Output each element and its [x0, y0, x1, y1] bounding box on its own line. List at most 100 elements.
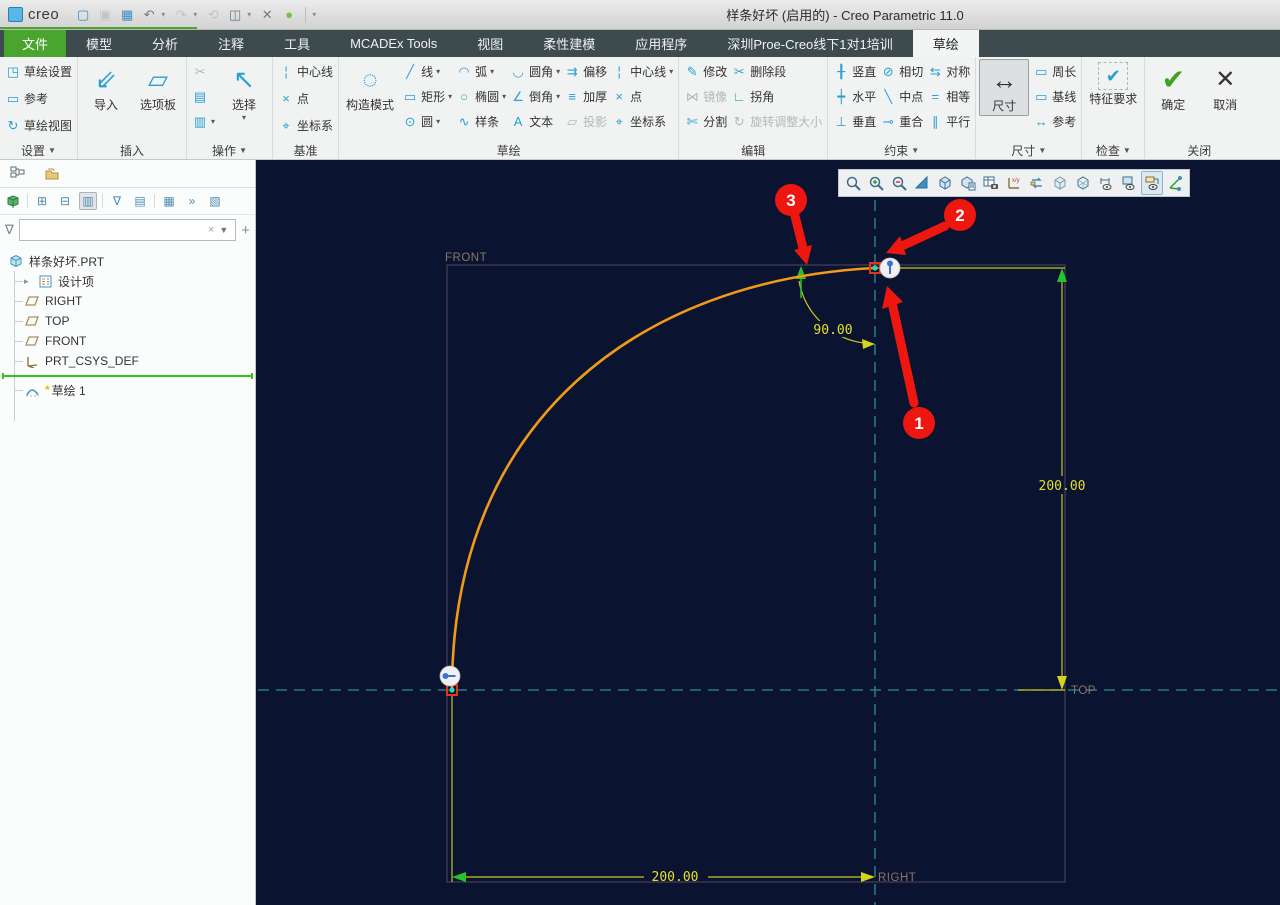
expander-icon[interactable]: ▸ — [24, 276, 32, 287]
expand-all-icon[interactable]: ⊞ — [33, 192, 51, 210]
palette-button[interactable]: ▱ 选项板 — [133, 59, 183, 114]
folder-browser-tab-icon[interactable] — [40, 163, 64, 185]
tab-view[interactable]: 视图 — [457, 30, 523, 57]
perimeter-button[interactable]: ▭ 周长 — [1031, 59, 1078, 84]
mirror-button[interactable]: ⋈ 镜像 — [682, 84, 729, 109]
symmetric-constraint-button[interactable]: ⇆ 对称 — [925, 59, 972, 84]
arc-button[interactable]: ◠ 弧▾ — [454, 59, 508, 84]
add-filter-icon[interactable]: + — [241, 222, 250, 239]
angle-dimension[interactable]: 90.00 — [796, 266, 875, 349]
modify-button[interactable]: ✎ 修改 — [682, 59, 729, 84]
fillet-button[interactable]: ◡ 圆角▾ — [508, 59, 562, 84]
copy-button[interactable]: ▤ — [190, 84, 217, 109]
tree-copy-icon[interactable]: ▤ — [131, 192, 149, 210]
tab-applications[interactable]: 应用程序 — [615, 30, 707, 57]
construction-mode-button[interactable]: ◌ 构造模式 — [342, 59, 398, 114]
tree-overflow-icon[interactable]: » — [183, 192, 201, 210]
paste-button[interactable]: ▥ ▾ — [190, 109, 217, 134]
tree-item-csys[interactable]: PRT_CSYS_DEF — [0, 351, 255, 371]
new-file-icon[interactable]: ▢ — [73, 5, 93, 25]
horizontal-tangent-constraint-icon[interactable] — [440, 666, 460, 686]
horizontal-dimension[interactable]: 200.00 — [452, 694, 875, 885]
tab-analysis[interactable]: 分析 — [132, 30, 198, 57]
window-dropdown-icon[interactable]: ▾ — [247, 10, 255, 19]
cut-button[interactable]: ✂ — [190, 59, 217, 84]
datum-point-button[interactable]: × 点 — [276, 86, 311, 111]
tree-item-sketch[interactable]: * 草绘 1 — [0, 380, 255, 400]
repaint-icon[interactable] — [911, 171, 933, 195]
project-button[interactable]: ▱ 投影 — [562, 109, 609, 134]
constraint-display-toggle-icon[interactable] — [1118, 171, 1140, 195]
view-manager-icon[interactable] — [980, 171, 1002, 195]
ellipse-button[interactable]: ○ 椭圆▾ — [454, 84, 508, 109]
collapse-all-icon[interactable]: ⊟ — [56, 192, 74, 210]
tree-item-design-items[interactable]: ▸ 设计项 — [0, 271, 255, 291]
show-cube-icon[interactable] — [4, 192, 22, 210]
vertical-tangent-constraint-icon[interactable] — [880, 258, 900, 278]
tree-list-icon[interactable]: ▦ — [160, 192, 178, 210]
tab-tools[interactable]: 工具 — [264, 30, 330, 57]
redo-dropdown-icon[interactable]: ▾ — [193, 10, 201, 19]
tree-item-right-plane[interactable]: RIGHT — [0, 291, 255, 311]
redo-icon[interactable]: ↷ — [171, 5, 191, 25]
paste-dropdown-icon[interactable]: ▾ — [211, 117, 215, 126]
tab-file[interactable]: 文件 — [4, 30, 66, 57]
model-tree-tab-icon[interactable] — [6, 163, 30, 185]
undo-dropdown-icon[interactable]: ▾ — [161, 10, 169, 19]
group-label-operations[interactable]: 操作▼ — [190, 142, 269, 159]
coincident-constraint-button[interactable]: ⊸ 重合 — [878, 109, 925, 134]
equal-constraint-button[interactable]: = 相等 — [925, 84, 972, 109]
sketch-display-toggle-icon[interactable] — [1141, 171, 1163, 195]
rectangle-button[interactable]: ▭ 矩形▾ — [400, 84, 454, 109]
close-window-icon[interactable]: ✕ — [257, 5, 277, 25]
ok-button[interactable]: ✔ 确定 — [1148, 59, 1198, 114]
tree-filter-icon[interactable]: ∇ — [108, 192, 126, 210]
tab-mcadex[interactable]: MCADEx Tools — [330, 30, 457, 57]
cancel-button[interactable]: ✕ 取消 — [1200, 59, 1250, 114]
spin-center-icon[interactable] — [1049, 171, 1071, 195]
tree-item-front-plane[interactable]: FRONT — [0, 331, 255, 351]
annotation-display-icon[interactable] — [1026, 171, 1048, 195]
view-3d-icon[interactable] — [1072, 171, 1094, 195]
angle-dimension-value[interactable]: 90.00 — [813, 323, 852, 338]
sketch-csys-button[interactable]: ⌖ 坐标系 — [609, 109, 675, 134]
group-label-dimension[interactable]: 尺寸▼ — [979, 142, 1078, 159]
text-button[interactable]: A 文本 — [508, 109, 562, 134]
tab-model[interactable]: 模型 — [66, 30, 132, 57]
horizontal-dimension-value[interactable]: 200.00 — [652, 870, 699, 885]
parallel-constraint-button[interactable]: ∥ 平行 — [925, 109, 972, 134]
circle-button[interactable]: ⊙ 圆▾ — [400, 109, 454, 134]
model-display-icon[interactable]: ● — [279, 5, 299, 25]
customize-qat-icon[interactable]: ▾ — [312, 10, 320, 19]
group-label-inspect[interactable]: 检查▼ — [1085, 142, 1141, 159]
chamfer-button[interactable]: ∠ 倒角▾ — [508, 84, 562, 109]
tree-item-part[interactable]: 样条好坏.PRT — [0, 251, 255, 271]
tree-search-input[interactable] — [24, 223, 206, 237]
group-label-constrain[interactable]: 约束▼ — [831, 142, 972, 159]
zoom-out-icon[interactable] — [888, 171, 910, 195]
zoom-in-icon[interactable] — [865, 171, 887, 195]
sketch-orientation-icon[interactable] — [1164, 171, 1186, 195]
sketch-view-button[interactable]: ↻ 草绘视图 — [3, 113, 74, 138]
tab-flexible-modeling[interactable]: 柔性建模 — [523, 30, 615, 57]
datum-csys-button[interactable]: ⌖ 坐标系 — [276, 113, 335, 138]
regenerate-icon[interactable]: ⟲ — [203, 5, 223, 25]
tree-item-top-plane[interactable]: TOP — [0, 311, 255, 331]
midpoint-constraint-button[interactable]: ╲ 中点 — [878, 84, 925, 109]
spline-button[interactable]: ∿ 样条 — [454, 109, 508, 134]
thicken-button[interactable]: ≡ 加厚 — [562, 84, 609, 109]
datum-display-icon[interactable]: x/y — [1003, 171, 1025, 195]
search-dropdown-icon[interactable]: ▼ — [216, 225, 231, 235]
tree-settings-icon[interactable]: ▧ — [206, 192, 224, 210]
dim-display-toggle-icon[interactable] — [1095, 171, 1117, 195]
dimension-button[interactable]: ↔ 尺寸 — [979, 59, 1029, 116]
group-label-setup[interactable]: 设置▼ — [3, 142, 74, 159]
undo-icon[interactable]: ↶ — [139, 5, 159, 25]
perpendicular-constraint-button[interactable]: ⊥ 垂直 — [831, 109, 878, 134]
references-button[interactable]: ▭ 参考 — [3, 86, 50, 111]
tab-training[interactable]: 深圳Proe-Creo线下1对1培训 — [707, 30, 912, 57]
vertical-dimension[interactable]: 200.00 — [875, 268, 1085, 690]
tangent-constraint-button[interactable]: ⊘ 相切 — [878, 59, 925, 84]
select-button[interactable]: ↖ 选择 ▾ — [219, 59, 269, 123]
reference-dim-button[interactable]: ↔ 参考 — [1031, 109, 1078, 134]
